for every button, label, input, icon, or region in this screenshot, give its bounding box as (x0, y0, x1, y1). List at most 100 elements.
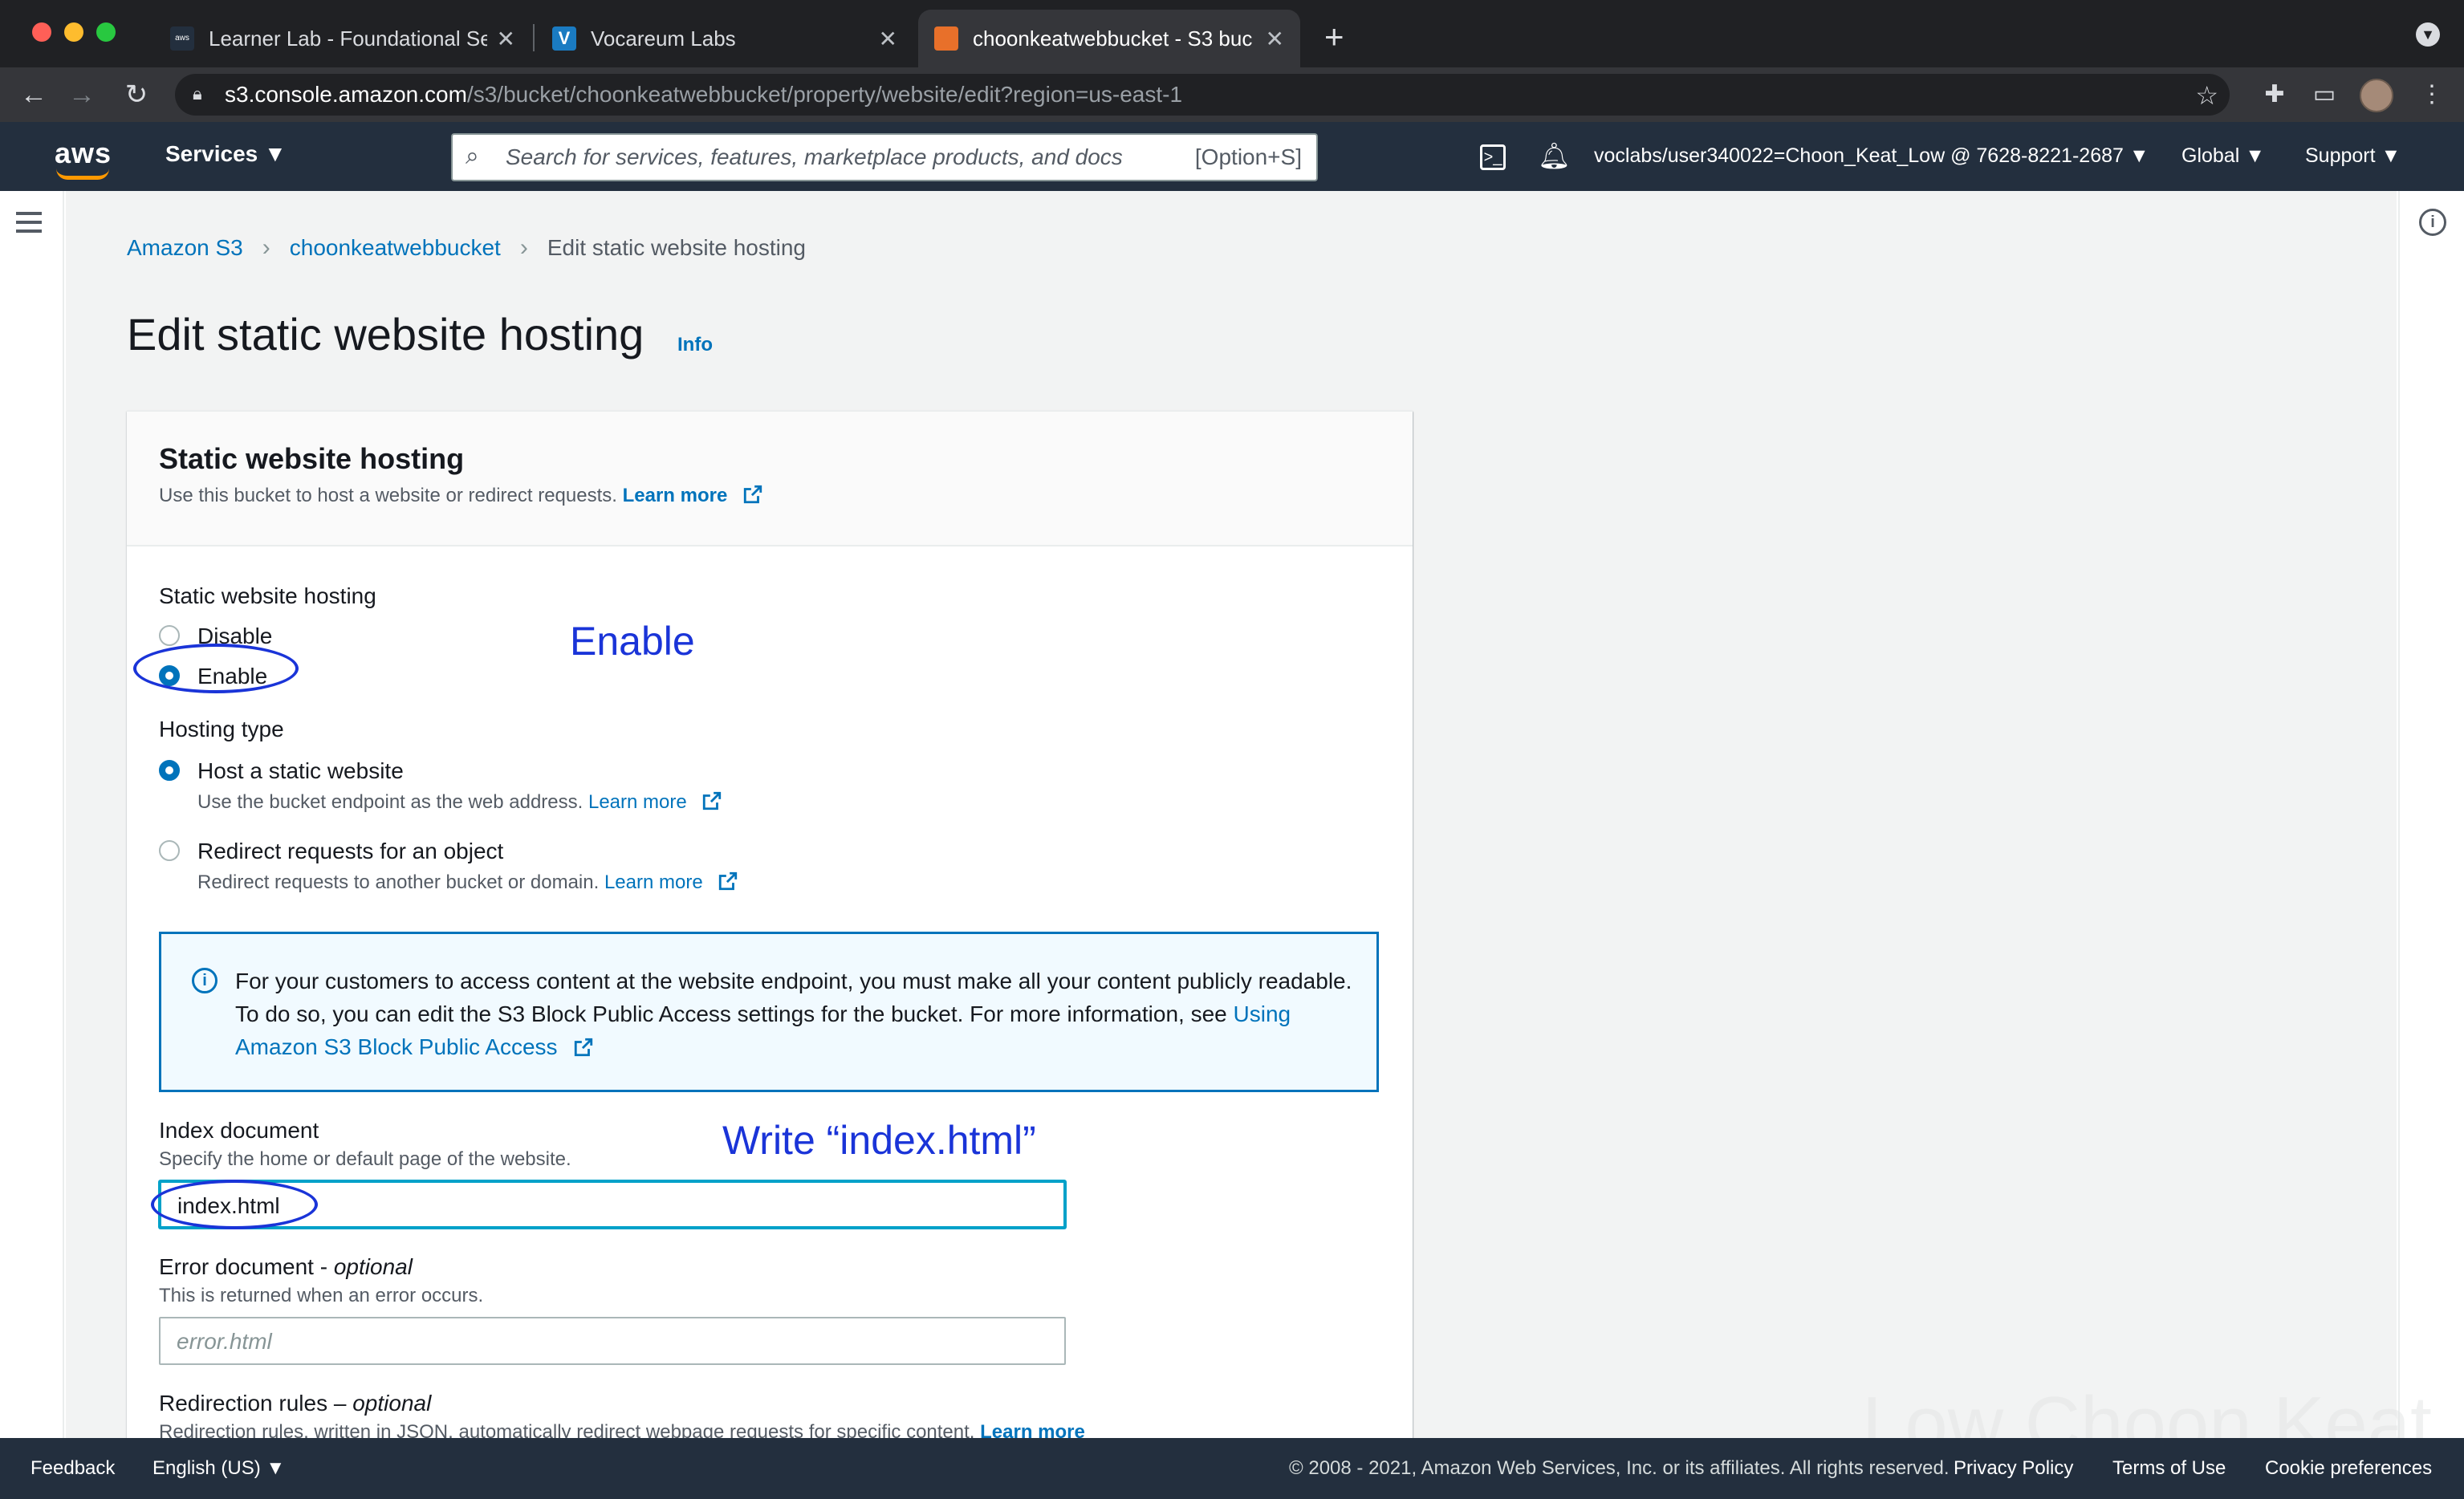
bookmark-star-icon[interactable]: ☆ (2195, 80, 2218, 111)
language-label: English (US) (152, 1457, 261, 1479)
breadcrumb-amazon-s3[interactable]: Amazon S3 (127, 235, 243, 261)
host-static-website-radio[interactable] (159, 760, 180, 781)
external-link-icon (703, 791, 722, 810)
redirect-requests-description: Redirect requests to another bucket or d… (197, 871, 738, 894)
enable-annotation-text: Enable (570, 619, 695, 664)
services-menu[interactable]: Services ▼ (165, 141, 287, 167)
vocareum-favicon-icon: V (552, 26, 576, 51)
notifications-bell-icon[interactable]: 🔔︎ (1538, 140, 1571, 172)
page-title: Edit static website hosting (127, 309, 644, 360)
support-label: Support (2305, 144, 2376, 167)
extensions-icon[interactable]: ✚ (2259, 79, 2291, 111)
panel-title: Static website hosting (159, 442, 465, 475)
close-tab-icon[interactable]: ✕ (879, 26, 897, 52)
error-document-input[interactable] (177, 1326, 1019, 1357)
chevron-right-icon: › (262, 234, 270, 261)
caret-down-icon: ▼ (2129, 144, 2149, 167)
tab-title: Learner Lab - Foundational Ser (209, 26, 487, 51)
browser-tab[interactable]: V Vocareum Labs ✕ (536, 10, 913, 67)
external-link-icon (719, 871, 738, 891)
index-annotation-circle (151, 1180, 318, 1229)
browser-menu-icon[interactable]: ⋮ (2416, 79, 2448, 111)
index-document-label: Index document (159, 1118, 319, 1143)
forward-icon[interactable]: → (66, 79, 98, 111)
hosting-toggle-label: Static website hosting (159, 583, 376, 608)
caret-down-icon: ▼ (2245, 144, 2265, 167)
optional-tag: optional (333, 1254, 413, 1279)
cast-icon[interactable]: ▭ (2308, 79, 2340, 111)
address-bar[interactable]: 🔒︎ s3.console.amazon.com/s3/bucket/choon… (175, 74, 2230, 116)
alert-text: For your customers to access content at … (235, 969, 1352, 1026)
copyright-text: © 2008 - 2021, Amazon Web Services, Inc.… (1289, 1457, 1950, 1479)
redirect-desc-text: Redirect requests to another bucket or d… (197, 871, 600, 893)
support-menu[interactable]: Support ▼ (2305, 144, 2401, 168)
alert-message: For your customers to access content at … (235, 965, 1359, 1063)
aws-console-header: aws Services ▼ ⌕ [Option+S] >_ 🔔︎ voclab… (0, 122, 2464, 191)
region-menu[interactable]: Global ▼ (2181, 144, 2265, 168)
breadcrumb-bucket[interactable]: choonkeatwebbucket (290, 235, 501, 261)
caret-down-icon: ▼ (2381, 144, 2401, 167)
terms-of-use-link[interactable]: Terms of Use (2112, 1457, 2226, 1480)
learn-more-link[interactable]: Learn more (588, 791, 687, 813)
browser-toolbar: ← → ↻ 🔒︎ s3.console.amazon.com/s3/bucket… (0, 67, 2464, 122)
cloudshell-icon[interactable]: >_ (1480, 144, 1506, 170)
host-static-website-description: Use the bucket endpoint as the web addre… (197, 790, 722, 814)
redirection-rules-label: Redirection rules – optional (159, 1391, 431, 1416)
hosting-type-label: Hosting type (159, 717, 284, 741)
optional-tag: optional (352, 1391, 432, 1416)
breadcrumb-current: Edit static website hosting (547, 235, 806, 260)
maximize-window-button[interactable] (96, 22, 116, 42)
panel-description: Use this bucket to host a website or red… (159, 484, 763, 507)
url-text: s3.console.amazon.com/s3/bucket/choonkea… (225, 82, 1182, 108)
browser-tab-bar: aws Learner Lab - Foundational Ser ✕ V V… (0, 0, 2464, 67)
redirect-requests-label[interactable]: Redirect requests for an object (197, 839, 503, 864)
tab-title: Vocareum Labs (591, 26, 736, 51)
info-link[interactable]: Info (677, 334, 713, 356)
tab-search-icon[interactable]: ▼ (2416, 22, 2440, 47)
new-tab-icon[interactable]: + (1324, 18, 1344, 56)
profile-avatar[interactable] (2360, 79, 2393, 112)
console-search[interactable]: ⌕ [Option+S] (451, 133, 1318, 181)
privacy-policy-link[interactable]: Privacy Policy (1954, 1457, 2073, 1480)
close-window-button[interactable] (32, 22, 51, 42)
index-annotation-text: Write “index.html” (722, 1118, 1036, 1163)
minimize-window-button[interactable] (64, 22, 83, 42)
external-link-icon (575, 1038, 593, 1057)
language-selector[interactable]: English (US) ▼ (152, 1457, 285, 1480)
browser-tab[interactable]: aws Learner Lab - Foundational Ser ✕ (154, 10, 531, 67)
console-search-input[interactable] (506, 141, 1148, 173)
caret-down-icon: ▼ (264, 141, 287, 166)
redirect-requests-radio[interactable] (159, 840, 180, 861)
tab-title: choonkeatwebbucket - S3 buc (973, 26, 1253, 51)
breadcrumb: Amazon S3 › choonkeatwebbucket › Edit st… (127, 234, 806, 262)
aws-favicon-icon: aws (170, 26, 194, 51)
hamburger-menu-icon[interactable] (16, 212, 42, 233)
error-document-description: This is returned when an error occurs. (159, 1285, 484, 1306)
host-static-website-label[interactable]: Host a static website (197, 758, 404, 784)
cookie-preferences-link[interactable]: Cookie preferences (2265, 1457, 2432, 1480)
host-static-desc-text: Use the bucket endpoint as the web addre… (197, 791, 583, 813)
feedback-link[interactable]: Feedback (30, 1457, 115, 1480)
console-footer: Feedback English (US) ▼ © 2008 - 2021, A… (0, 1438, 2464, 1499)
disable-radio[interactable] (159, 625, 180, 646)
redirect-rules-label-text: Redirection rules – (159, 1391, 353, 1416)
error-document-field[interactable] (159, 1317, 1066, 1365)
error-document-label: Error document - optional (159, 1254, 413, 1280)
services-label: Services (165, 141, 258, 166)
static-website-hosting-panel: Static website hosting Use this bucket t… (127, 411, 1413, 1446)
aws-logo[interactable]: aws (55, 136, 112, 170)
learn-more-link[interactable]: Learn more (604, 871, 703, 893)
info-panel-icon[interactable]: i (2419, 209, 2446, 236)
account-label: voclabs/user340022=Choon_Keat_Low @ 7628… (1594, 144, 2124, 167)
browser-tab-active[interactable]: choonkeatwebbucket - S3 buc ✕ (918, 10, 1300, 67)
account-menu[interactable]: voclabs/user340022=Choon_Keat_Low @ 7628… (1594, 144, 2149, 168)
close-tab-icon[interactable]: ✕ (497, 26, 515, 52)
left-navigation-rail (0, 191, 64, 1438)
url-host: s3.console.amazon.com (225, 82, 467, 107)
enable-annotation-circle (133, 644, 299, 693)
close-tab-icon[interactable]: ✕ (1266, 26, 1284, 52)
back-icon[interactable]: ← (18, 79, 50, 111)
reload-icon[interactable]: ↻ (120, 79, 152, 111)
learn-more-link[interactable]: Learn more (623, 485, 728, 506)
s3-favicon-icon (934, 26, 958, 51)
